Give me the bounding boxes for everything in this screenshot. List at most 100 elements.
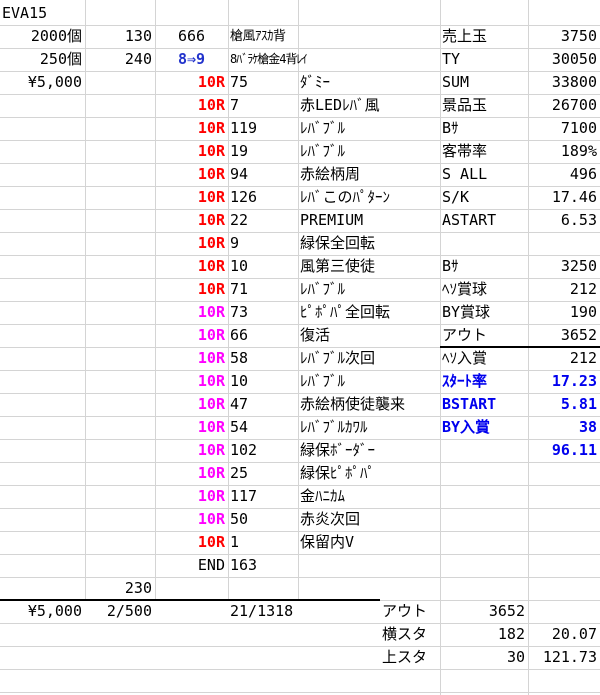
stat-label-cell[interactable]: 売上玉	[440, 25, 528, 48]
stat-label-cell[interactable]: BSTART	[440, 393, 528, 416]
round-name-cell[interactable]: ﾚﾊﾞﾌﾞﾙ	[298, 140, 440, 163]
round-label-cell[interactable]: 10R	[155, 117, 228, 140]
stat-label-cell[interactable]: BY賞球	[440, 301, 528, 324]
round-label-cell[interactable]: 10R	[155, 393, 228, 416]
stat-label-cell[interactable]: BY入賞	[440, 416, 528, 439]
cell-yen-5000[interactable]: ¥5,000	[0, 71, 85, 94]
round-label-cell[interactable]: 10R	[155, 531, 228, 554]
stat-label-cell[interactable]: 景品玉	[440, 94, 528, 117]
round-spins-cell[interactable]: 102	[228, 439, 298, 462]
round-spins-cell[interactable]: 126	[228, 186, 298, 209]
round-name-cell[interactable]: PREMIUM	[298, 209, 440, 232]
round-name-cell[interactable]: 赤LEDﾚﾊﾞ風	[298, 94, 440, 117]
round-label-cell[interactable]: 10R	[155, 186, 228, 209]
round-name-cell[interactable]: ﾚﾊﾞこのﾊﾟﾀｰﾝ	[298, 186, 440, 209]
round-name-cell[interactable]: 風第三使徒	[298, 255, 440, 278]
round-spins-cell[interactable]: 71	[228, 278, 298, 301]
round-label-cell[interactable]: 10R	[155, 140, 228, 163]
stat-label-cell[interactable]: ASTART	[440, 209, 528, 232]
round-spins-cell[interactable]: 94	[228, 163, 298, 186]
cell-230[interactable]: 230	[85, 577, 155, 600]
round-spins-cell[interactable]: 73	[228, 301, 298, 324]
round-name-cell[interactable]: ﾀﾞﾐｰ	[298, 71, 440, 94]
stat-label-cell[interactable]: S ALL	[440, 163, 528, 186]
stat-value-cell[interactable]: 3652	[528, 324, 600, 347]
round-label-cell[interactable]: 10R	[155, 163, 228, 186]
stat-value-cell[interactable]: 33800	[528, 71, 600, 94]
round-spins-cell[interactable]: 10	[228, 370, 298, 393]
round-label-cell[interactable]: 10R	[155, 485, 228, 508]
stat-value-cell[interactable]: 189%	[528, 140, 600, 163]
stat-label-cell[interactable]: 客帯率	[440, 140, 528, 163]
stat-value-cell[interactable]: 7100	[528, 117, 600, 140]
round-name-cell[interactable]: ﾚﾊﾞﾌﾞﾙ	[298, 278, 440, 301]
round-spins-cell[interactable]: 66	[228, 324, 298, 347]
round-name-cell[interactable]: 緑保全回転	[298, 232, 440, 255]
round-name-cell[interactable]: ﾚﾊﾞﾌﾞﾙ	[298, 370, 440, 393]
round-label-cell[interactable]: 10R	[155, 508, 228, 531]
stat-label-cell[interactable]: S/K	[440, 186, 528, 209]
round-spins-cell[interactable]: 25	[228, 462, 298, 485]
stat-label-cell[interactable]: SUM	[440, 71, 528, 94]
cell-240[interactable]: 240	[85, 48, 155, 71]
round-label-cell[interactable]: 10R	[155, 301, 228, 324]
stat-value-cell[interactable]: 96.11	[528, 439, 600, 462]
stat-value-cell[interactable]: 17.46	[528, 186, 600, 209]
stat-value-cell[interactable]: 496	[528, 163, 600, 186]
cell-note-1[interactable]: 槍風ｱｽｶ背	[228, 25, 440, 48]
stat-value-cell[interactable]: 212	[528, 347, 600, 370]
stat-label-cell[interactable]: ｽﾀｰﾄ率	[440, 370, 528, 393]
round-spins-cell[interactable]: 117	[228, 485, 298, 508]
round-label-cell[interactable]: 10R	[155, 232, 228, 255]
stat-label-cell[interactable]: ﾍｿ賞球	[440, 278, 528, 301]
stat-label-cell[interactable]: TY	[440, 48, 528, 71]
round-label-cell[interactable]: 10R	[155, 255, 228, 278]
cell-note-2[interactable]: 8ﾊﾞﾗｹ槍金4背ﾚｲ	[228, 48, 440, 71]
round-spins-cell[interactable]: 19	[228, 140, 298, 163]
round-name-cell[interactable]: 金ﾊﾆｶﾑ	[298, 485, 440, 508]
round-name-cell[interactable]: 赤絵柄使徒襲来	[298, 393, 440, 416]
stat-value-cell[interactable]: 212	[528, 278, 600, 301]
round-spins-cell[interactable]: 119	[228, 117, 298, 140]
cell-count-2000[interactable]: 2000個	[0, 25, 85, 48]
round-label-cell[interactable]: 10R	[155, 71, 228, 94]
stat-value-cell[interactable]: 17.23	[528, 370, 600, 393]
round-name-cell[interactable]: 赤炎次回	[298, 508, 440, 531]
round-spins-cell[interactable]: 54	[228, 416, 298, 439]
round-name-cell[interactable]: 保留内V	[298, 531, 440, 554]
footer-stat-label[interactable]: 上スタ	[380, 646, 470, 669]
round-name-cell[interactable]: 復活	[298, 324, 440, 347]
round-name-cell[interactable]: 緑保ﾎﾞｰﾀﾞｰ	[298, 439, 440, 462]
round-spins-cell[interactable]: 50	[228, 508, 298, 531]
round-label-cell[interactable]: END	[155, 554, 228, 577]
footer-stat-v2[interactable]: 20.07	[528, 623, 600, 646]
stat-label-cell[interactable]: Bｻ	[440, 117, 528, 140]
footer-stat-label[interactable]: 横スタ	[380, 623, 470, 646]
stat-label-cell[interactable]: Bｻ	[440, 255, 528, 278]
stat-label-cell[interactable]: アウト	[440, 324, 528, 347]
stat-value-cell[interactable]: 3250	[528, 255, 600, 278]
stat-value-cell[interactable]: 26700	[528, 94, 600, 117]
round-label-cell[interactable]: 10R	[155, 209, 228, 232]
round-label-cell[interactable]: 10R	[155, 439, 228, 462]
footer-yen-cell[interactable]: ¥5,000	[0, 600, 85, 623]
round-spins-cell[interactable]: 75	[228, 71, 298, 94]
round-spins-cell[interactable]: 163	[228, 554, 298, 577]
footer-stat-v2[interactable]: 121.73	[528, 646, 600, 669]
round-spins-cell[interactable]: 22	[228, 209, 298, 232]
round-spins-cell[interactable]: 10	[228, 255, 298, 278]
round-spins-cell[interactable]: 7	[228, 94, 298, 117]
round-label-cell[interactable]: 10R	[155, 370, 228, 393]
round-label-cell[interactable]: 10R	[155, 324, 228, 347]
round-spins-cell[interactable]: 1	[228, 531, 298, 554]
stat-value-cell[interactable]: 5.81	[528, 393, 600, 416]
footer-stat-v1[interactable]: 3652	[470, 600, 528, 623]
round-name-cell[interactable]: 赤絵柄周	[298, 163, 440, 186]
round-name-cell[interactable]: ﾚﾊﾞﾌﾞﾙ次回	[298, 347, 440, 370]
round-name-cell[interactable]: 緑保ﾋﾟﾎﾟﾊﾟ	[298, 462, 440, 485]
footer-stat-label[interactable]: アウト	[380, 600, 470, 623]
round-name-cell[interactable]: ﾋﾟﾎﾟﾊﾟ全回転	[298, 301, 440, 324]
cell-130[interactable]: 130	[85, 25, 155, 48]
stat-value-cell[interactable]: 38	[528, 416, 600, 439]
round-label-cell[interactable]: 10R	[155, 416, 228, 439]
